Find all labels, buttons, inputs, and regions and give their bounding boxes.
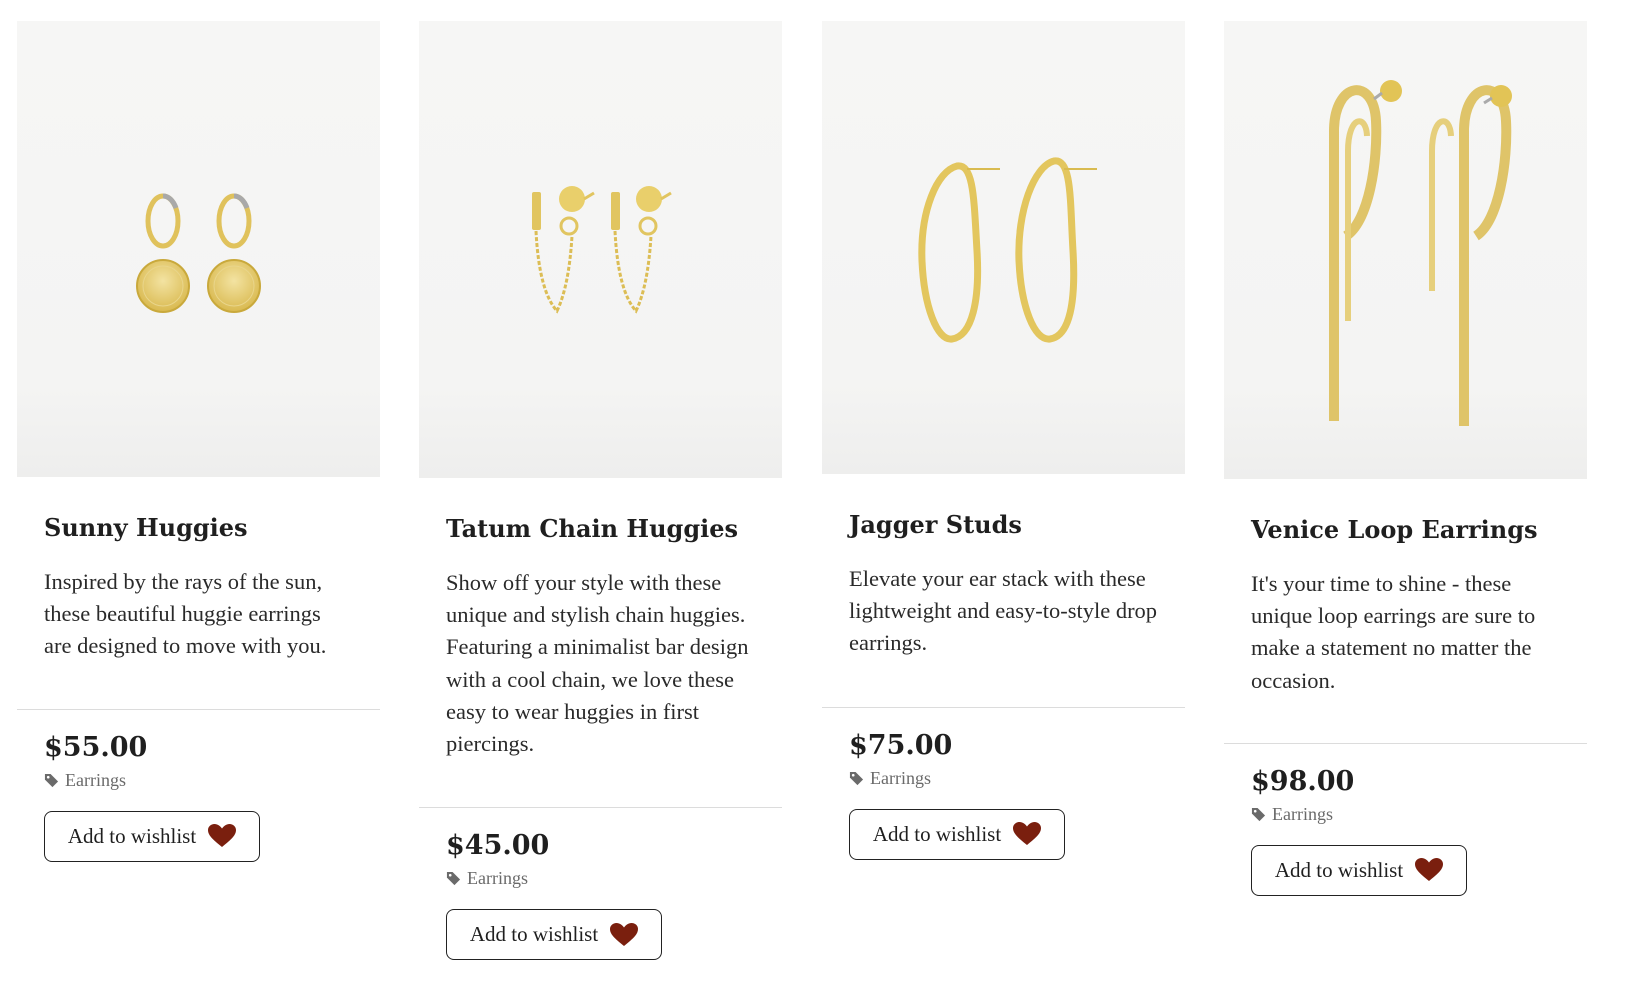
product-image[interactable] [419, 21, 782, 478]
product-price: $98.00 [1251, 765, 1355, 797]
product-description: It's your time to shine - these unique l… [1251, 571, 1536, 693]
product-description: Show off your style with these unique an… [446, 570, 749, 757]
category-label: Earrings [870, 767, 931, 788]
product-card: Venice Loop Earrings It's your time to s… [1224, 21, 1587, 896]
add-to-wishlist-button[interactable]: Add to wishlist [849, 808, 1065, 860]
product-image[interactable] [17, 21, 380, 477]
heart-icon [610, 922, 639, 946]
tag-icon [1251, 807, 1266, 821]
product-price: $45.00 [446, 830, 550, 862]
category-tag[interactable]: Earrings [1251, 804, 1560, 825]
wishlist-label: Add to wishlist [67, 823, 197, 848]
tag-icon [446, 872, 461, 886]
product-description: Elevate your ear stack with these lightw… [849, 566, 1158, 656]
add-to-wishlist-button[interactable]: Add to wishlist [446, 909, 662, 961]
divider [419, 807, 782, 809]
jagger-studs-image [918, 157, 1097, 343]
wishlist-label: Add to wishlist [1274, 857, 1404, 882]
heart-icon [1013, 822, 1042, 846]
wishlist-label: Add to wishlist [469, 922, 599, 947]
wishlist-label: Add to wishlist [872, 821, 1002, 846]
heart-icon [208, 824, 237, 848]
tag-icon [44, 773, 59, 787]
product-image[interactable] [1224, 21, 1587, 479]
product-card: Tatum Chain Huggies Show off your style … [419, 21, 782, 961]
sunny-huggies-image [136, 193, 261, 313]
category-label: Earrings [467, 868, 528, 889]
divider [17, 708, 380, 710]
category-tag[interactable]: Earrings [849, 768, 1158, 789]
product-card: Sunny Huggies Inspired by the rays of th… [17, 21, 380, 862]
category-tag[interactable]: Earrings [44, 770, 353, 791]
category-label: Earrings [1272, 803, 1333, 824]
product-title[interactable]: Sunny Huggies [44, 512, 353, 544]
tag-icon [849, 771, 864, 785]
venice-loop-earrings-image [1329, 80, 1512, 426]
product-title[interactable]: Venice Loop Earrings [1251, 514, 1560, 546]
add-to-wishlist-button[interactable]: Add to wishlist [44, 810, 260, 862]
category-tag[interactable]: Earrings [446, 868, 755, 889]
product-title[interactable]: Jagger Studs [849, 509, 1158, 541]
product-description: Inspired by the rays of the sun, these b… [44, 569, 327, 659]
divider [1224, 742, 1587, 744]
divider [822, 706, 1185, 708]
add-to-wishlist-button[interactable]: Add to wishlist [1251, 844, 1467, 896]
category-label: Earrings [65, 769, 126, 790]
product-title[interactable]: Tatum Chain Huggies [446, 513, 755, 545]
product-price: $55.00 [44, 731, 148, 763]
product-card: Jagger Studs Elevate your ear stack with… [822, 21, 1185, 860]
product-image[interactable] [822, 21, 1185, 474]
heart-icon [1415, 858, 1444, 882]
tatum-chain-huggies-image [532, 186, 672, 314]
product-price: $75.00 [849, 729, 953, 761]
